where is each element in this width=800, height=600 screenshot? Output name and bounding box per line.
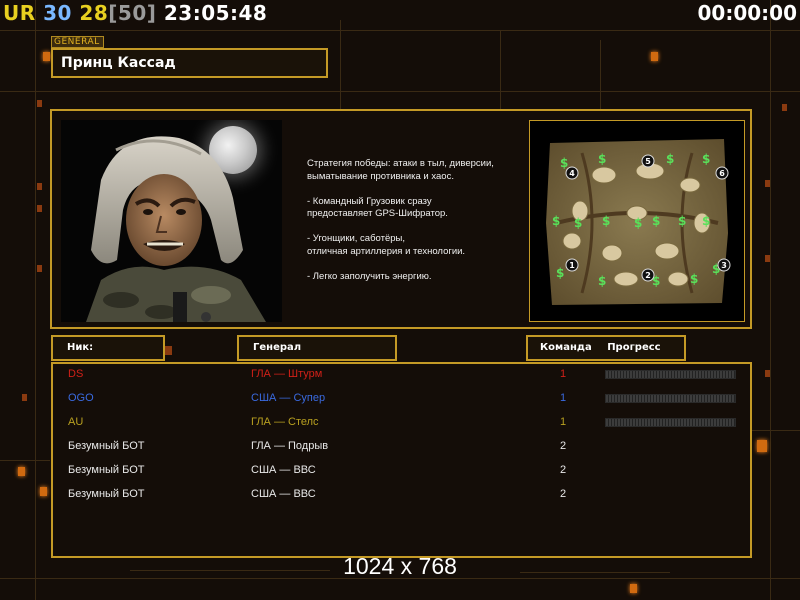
start-position-2: 2 (645, 271, 651, 280)
table-row: OGO США — Супер 1 (53, 388, 750, 412)
player-team: 2 (559, 488, 567, 500)
resolution-label: 1024 x 768 (343, 553, 457, 579)
header-progress: Прогресс (607, 342, 661, 353)
svg-text:$: $ (598, 274, 606, 288)
general-description: Стратегия победы: атаки в тыл, диверсии,… (307, 158, 527, 296)
header-general: Генерал (237, 335, 397, 361)
hud-count-a: 30 (43, 1, 72, 25)
player-nick: Безумный БОТ (68, 440, 145, 452)
minimap[interactable]: $ $ $ $ $ $ $ $ $ $ $ $ $ $ $ $ 1 2 3 4 5 6 (529, 120, 745, 322)
svg-text:$: $ (552, 214, 560, 228)
start-position-3: 3 (721, 261, 727, 270)
general-name: Принц Кассад (51, 48, 328, 78)
svg-text:$: $ (560, 156, 568, 170)
svg-text:$: $ (702, 214, 710, 228)
description-line: - Угонщики, саботёры, отличная артиллери… (307, 233, 466, 257)
player-general: США — Супер (251, 392, 326, 404)
player-team: 1 (559, 416, 567, 428)
hud-count-c: [50] (108, 1, 157, 25)
general-portrait (61, 120, 282, 322)
minimap-terrain: $ $ $ $ $ $ $ $ $ $ $ $$ $ $$ 1 2 3 4 5 6 (546, 139, 731, 305)
player-team: 1 (559, 392, 567, 404)
player-nick: OGO (68, 392, 94, 404)
player-general: США — ВВС (251, 464, 316, 476)
general-tag: GENERAL (51, 36, 104, 48)
hud-count-b: 28 (79, 1, 109, 25)
start-position-6: 6 (719, 169, 725, 178)
svg-text:$: $ (702, 152, 710, 166)
player-team: 2 (559, 464, 567, 476)
svg-text:$: $ (652, 214, 660, 228)
hud-clock: 23:05:48 (163, 1, 268, 25)
description-line: - Командный Грузовик сразу предоставляет… (307, 195, 448, 220)
table-row: Безумный БОТ США — ВВС 2 (53, 484, 750, 508)
header-nick: Ник: (51, 335, 165, 361)
hud-stats: UR 30 28[50] 23:05:48 (3, 1, 267, 25)
svg-text:$: $ (678, 214, 686, 228)
header-team-progress: Команда Прогресс (526, 335, 686, 361)
table-row: Безумный БОТ ГЛА — Подрыв 2 (53, 436, 750, 460)
hud-ur-label: UR (3, 1, 36, 25)
svg-text:$: $ (666, 152, 674, 166)
svg-text:$: $ (556, 266, 564, 280)
player-nick: Безумный БОТ (68, 464, 145, 476)
svg-text:$: $ (634, 216, 642, 230)
player-general: ГЛА — Стелс (251, 416, 319, 428)
player-nick: Безумный БОТ (68, 488, 145, 500)
start-position-4: 4 (569, 169, 575, 178)
general-info-panel: Стратегия победы: атаки в тыл, диверсии,… (50, 109, 752, 329)
progress-bar (605, 394, 736, 403)
player-team: 1 (559, 368, 567, 380)
svg-text:$: $ (598, 152, 606, 166)
soldier-figure (86, 136, 266, 322)
player-team: 2 (559, 440, 567, 452)
progress-bar (605, 418, 736, 427)
description-line: Стратегия победы: атаки в тыл, диверсии,… (307, 158, 494, 182)
svg-text:$: $ (690, 272, 698, 286)
svg-text:$: $ (602, 214, 610, 228)
progress-bar (605, 370, 736, 379)
table-row: DS ГЛА — Штурм 1 (53, 364, 750, 388)
start-position-5: 5 (645, 157, 651, 166)
player-table: DS ГЛА — Штурм 1 OGO США — Супер 1 AU ГЛ… (51, 362, 752, 558)
player-nick: AU (68, 416, 84, 428)
header-team: Команда (540, 342, 592, 353)
table-row: AU ГЛА — Стелс 1 (53, 412, 750, 436)
svg-text:$: $ (574, 216, 582, 230)
player-general: ГЛА — Подрыв (251, 440, 329, 452)
player-nick: DS (68, 368, 84, 380)
table-row: Безумный БОТ США — ВВС 2 (53, 460, 750, 484)
hud-timer: 00:00:00 (697, 1, 798, 25)
start-position-1: 1 (569, 261, 575, 270)
player-general: США — ВВС (251, 488, 316, 500)
description-line: - Легко заполучить энергию. (307, 270, 432, 282)
player-general: ГЛА — Штурм (251, 368, 323, 380)
